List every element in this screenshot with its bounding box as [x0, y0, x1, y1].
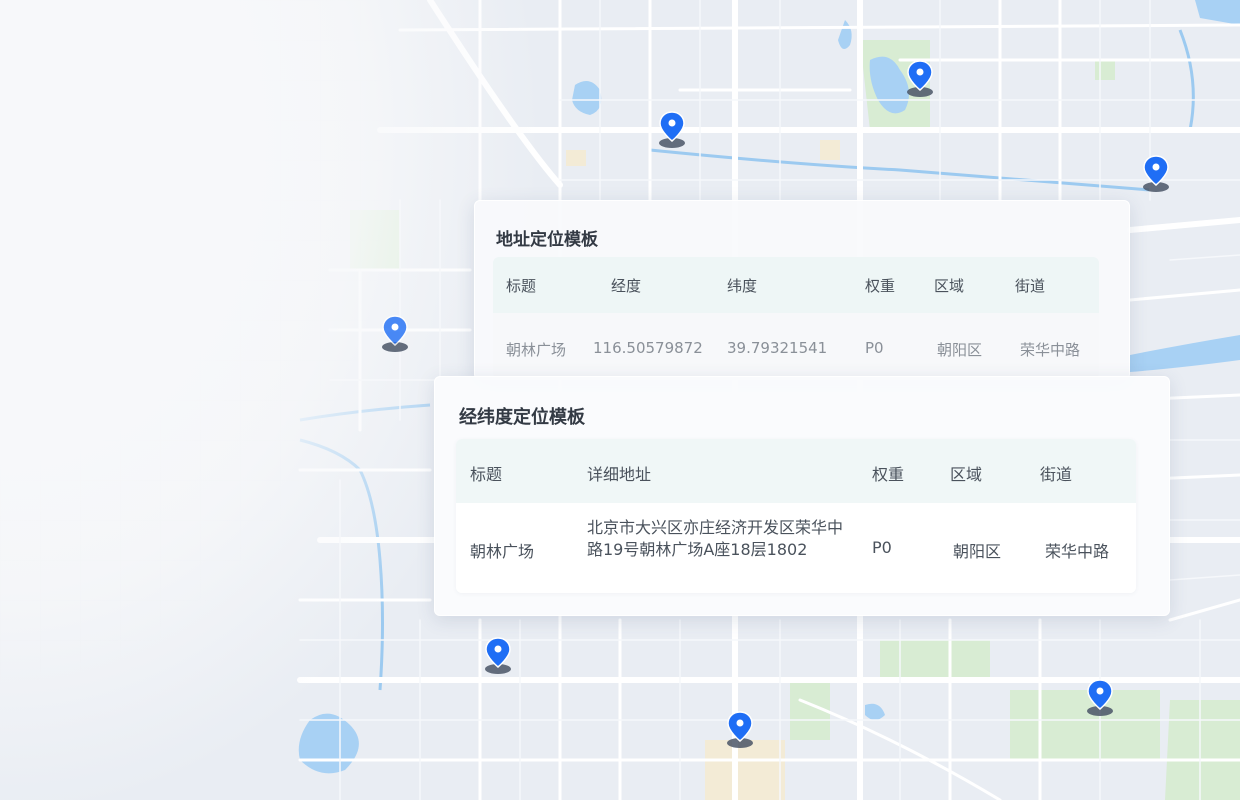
header-weight: 权重: [872, 465, 905, 484]
map-marker-icon[interactable]: [905, 59, 935, 99]
cell-street: 荣华中路: [1020, 341, 1081, 359]
header-street: 街道: [1040, 465, 1073, 484]
table-row[interactable]: 朝林广场 116.50579872 39.79321541 P0 朝阳区 荣华中…: [493, 313, 1099, 379]
header-district: 区域: [934, 277, 965, 295]
header-address: 详细地址: [587, 465, 652, 484]
header-longitude: 经度: [611, 277, 642, 295]
header-street: 街道: [1015, 277, 1046, 295]
table-row[interactable]: 朝林广场 北京市大兴区亦庄经济开发区荣华中路19号朝林广场A座18层1802 P…: [456, 503, 1136, 593]
cell-street: 荣华中路: [1045, 542, 1110, 561]
card-title: 地址定位模板: [496, 230, 598, 250]
coordinate-table: 标题 详细地址 权重 区域 街道 朝林广场 北京市大兴区亦庄经济开发区荣华中路1…: [456, 439, 1136, 593]
card-title: 经纬度定位模板: [459, 407, 585, 428]
map-marker-icon[interactable]: [1141, 154, 1171, 194]
header-latitude: 纬度: [727, 277, 758, 295]
cell-district: 朝阳区: [937, 341, 983, 359]
map-marker-icon[interactable]: [380, 314, 410, 354]
cell-longitude: 116.50579872: [593, 339, 703, 357]
cell-address: 北京市大兴区亦庄经济开发区荣华中路19号朝林广场A座18层1802: [587, 518, 844, 559]
cell-weight: P0: [865, 339, 884, 357]
table-header: 标题 经度 纬度 权重 区域 街道: [493, 257, 1099, 313]
address-table: 标题 经度 纬度 权重 区域 街道 朝林广场 116.50579872 39.7…: [493, 257, 1099, 379]
cell-title: 朝林广场: [506, 341, 567, 359]
address-template-card: 地址定位模板 标题 经度 纬度 权重 区域 街道 朝林广场 116.505798…: [474, 200, 1130, 380]
cell-weight: P0: [872, 538, 892, 557]
header-weight: 权重: [865, 277, 896, 295]
map-marker-icon[interactable]: [483, 636, 513, 676]
map-marker-icon[interactable]: [725, 710, 755, 750]
map-marker-icon[interactable]: [657, 110, 687, 150]
map-marker-icon[interactable]: [1085, 678, 1115, 718]
table-header: 标题 详细地址 权重 区域 街道: [456, 439, 1136, 503]
header-district: 区域: [950, 465, 983, 484]
cell-title: 朝林广场: [470, 542, 535, 561]
cell-latitude: 39.79321541: [727, 339, 828, 357]
header-title: 标题: [506, 277, 537, 295]
cell-district: 朝阳区: [953, 542, 1002, 561]
header-title: 标题: [470, 465, 503, 484]
coordinate-template-card: 经纬度定位模板 标题 详细地址 权重 区域 街道 朝林广场 北京市大兴区亦庄经济…: [434, 376, 1170, 616]
